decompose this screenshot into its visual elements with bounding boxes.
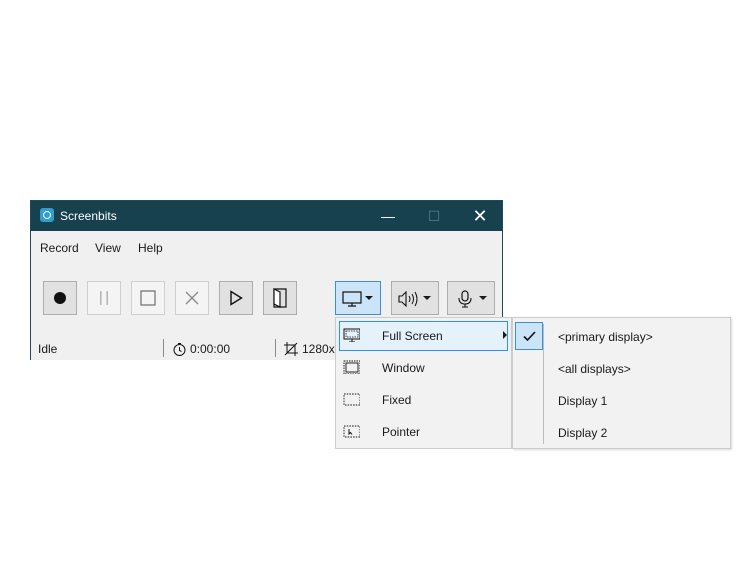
menu-item-label: Full Screen: [382, 329, 443, 343]
video-source-dropdown[interactable]: [335, 281, 381, 315]
menu-help[interactable]: Help: [138, 237, 163, 259]
window-title: Screenbits: [60, 209, 117, 223]
play-icon: [230, 290, 243, 306]
audio-output-dropdown[interactable]: [391, 281, 439, 315]
fixed-region-icon: [343, 393, 360, 406]
submenu-item-display-1[interactable]: Display 1: [558, 394, 607, 408]
app-logo-icon: [40, 208, 54, 222]
menu-item-fixed[interactable]: Fixed: [336, 384, 511, 416]
record-button[interactable]: [43, 281, 77, 315]
status-separator: [163, 339, 164, 357]
status-separator: [275, 339, 276, 357]
open-folder-icon: [273, 288, 287, 308]
speaker-icon: [398, 291, 418, 307]
menu-item-label: Fixed: [382, 393, 412, 407]
pause-button[interactable]: [87, 281, 121, 315]
discard-button[interactable]: [175, 281, 209, 315]
stop-icon: [140, 290, 156, 306]
title-bar[interactable]: Screenbits — ☐ ✕: [31, 201, 502, 231]
minimize-button[interactable]: —: [365, 201, 411, 231]
video-source-menu: Full Screen Window Fixed Pointer: [335, 317, 512, 449]
submenu-item-primary-display[interactable]: <primary display>: [558, 330, 653, 344]
play-button[interactable]: [219, 281, 253, 315]
status-timer: 0:00:00: [190, 342, 231, 356]
pause-icon: [100, 291, 108, 305]
timer-icon: [173, 343, 186, 356]
menu-item-full-screen[interactable]: Full Screen: [336, 320, 511, 352]
close-button[interactable]: ✕: [457, 201, 503, 231]
status-state: Idle: [38, 342, 58, 356]
chevron-down-icon: [479, 296, 487, 300]
window-icon: [343, 360, 360, 374]
chevron-down-icon: [423, 296, 431, 300]
menu-item-window[interactable]: Window: [336, 352, 511, 384]
microphone-dropdown[interactable]: [447, 281, 495, 315]
record-icon: [54, 292, 66, 304]
status-resolution: 1280x: [302, 342, 335, 356]
monitor-icon: [342, 291, 362, 307]
submenu-item-display-2[interactable]: Display 2: [558, 426, 607, 440]
discard-icon: [185, 291, 199, 305]
chevron-down-icon: [365, 296, 373, 300]
checkmark-box: [515, 322, 543, 350]
menu-view[interactable]: View: [95, 237, 121, 259]
menu-item-label: Window: [382, 361, 425, 375]
maximize-button[interactable]: ☐: [411, 201, 457, 231]
open-folder-button[interactable]: [263, 281, 297, 315]
crop-icon: [284, 342, 298, 356]
microphone-icon: [458, 290, 472, 308]
fullscreen-icon: [343, 328, 360, 342]
menu-item-pointer[interactable]: Pointer: [336, 416, 511, 448]
menu-item-label: Pointer: [382, 425, 421, 439]
checkmark-icon: [523, 331, 536, 342]
stop-button[interactable]: [131, 281, 165, 315]
submenu-separator: [543, 324, 544, 444]
chevron-right-icon: [503, 331, 507, 339]
submenu-item-all-displays[interactable]: <all displays>: [558, 362, 631, 376]
display-submenu: <primary display> <all displays> Display…: [512, 317, 731, 449]
pointer-region-icon: [343, 425, 360, 438]
menu-record[interactable]: Record: [40, 237, 79, 259]
